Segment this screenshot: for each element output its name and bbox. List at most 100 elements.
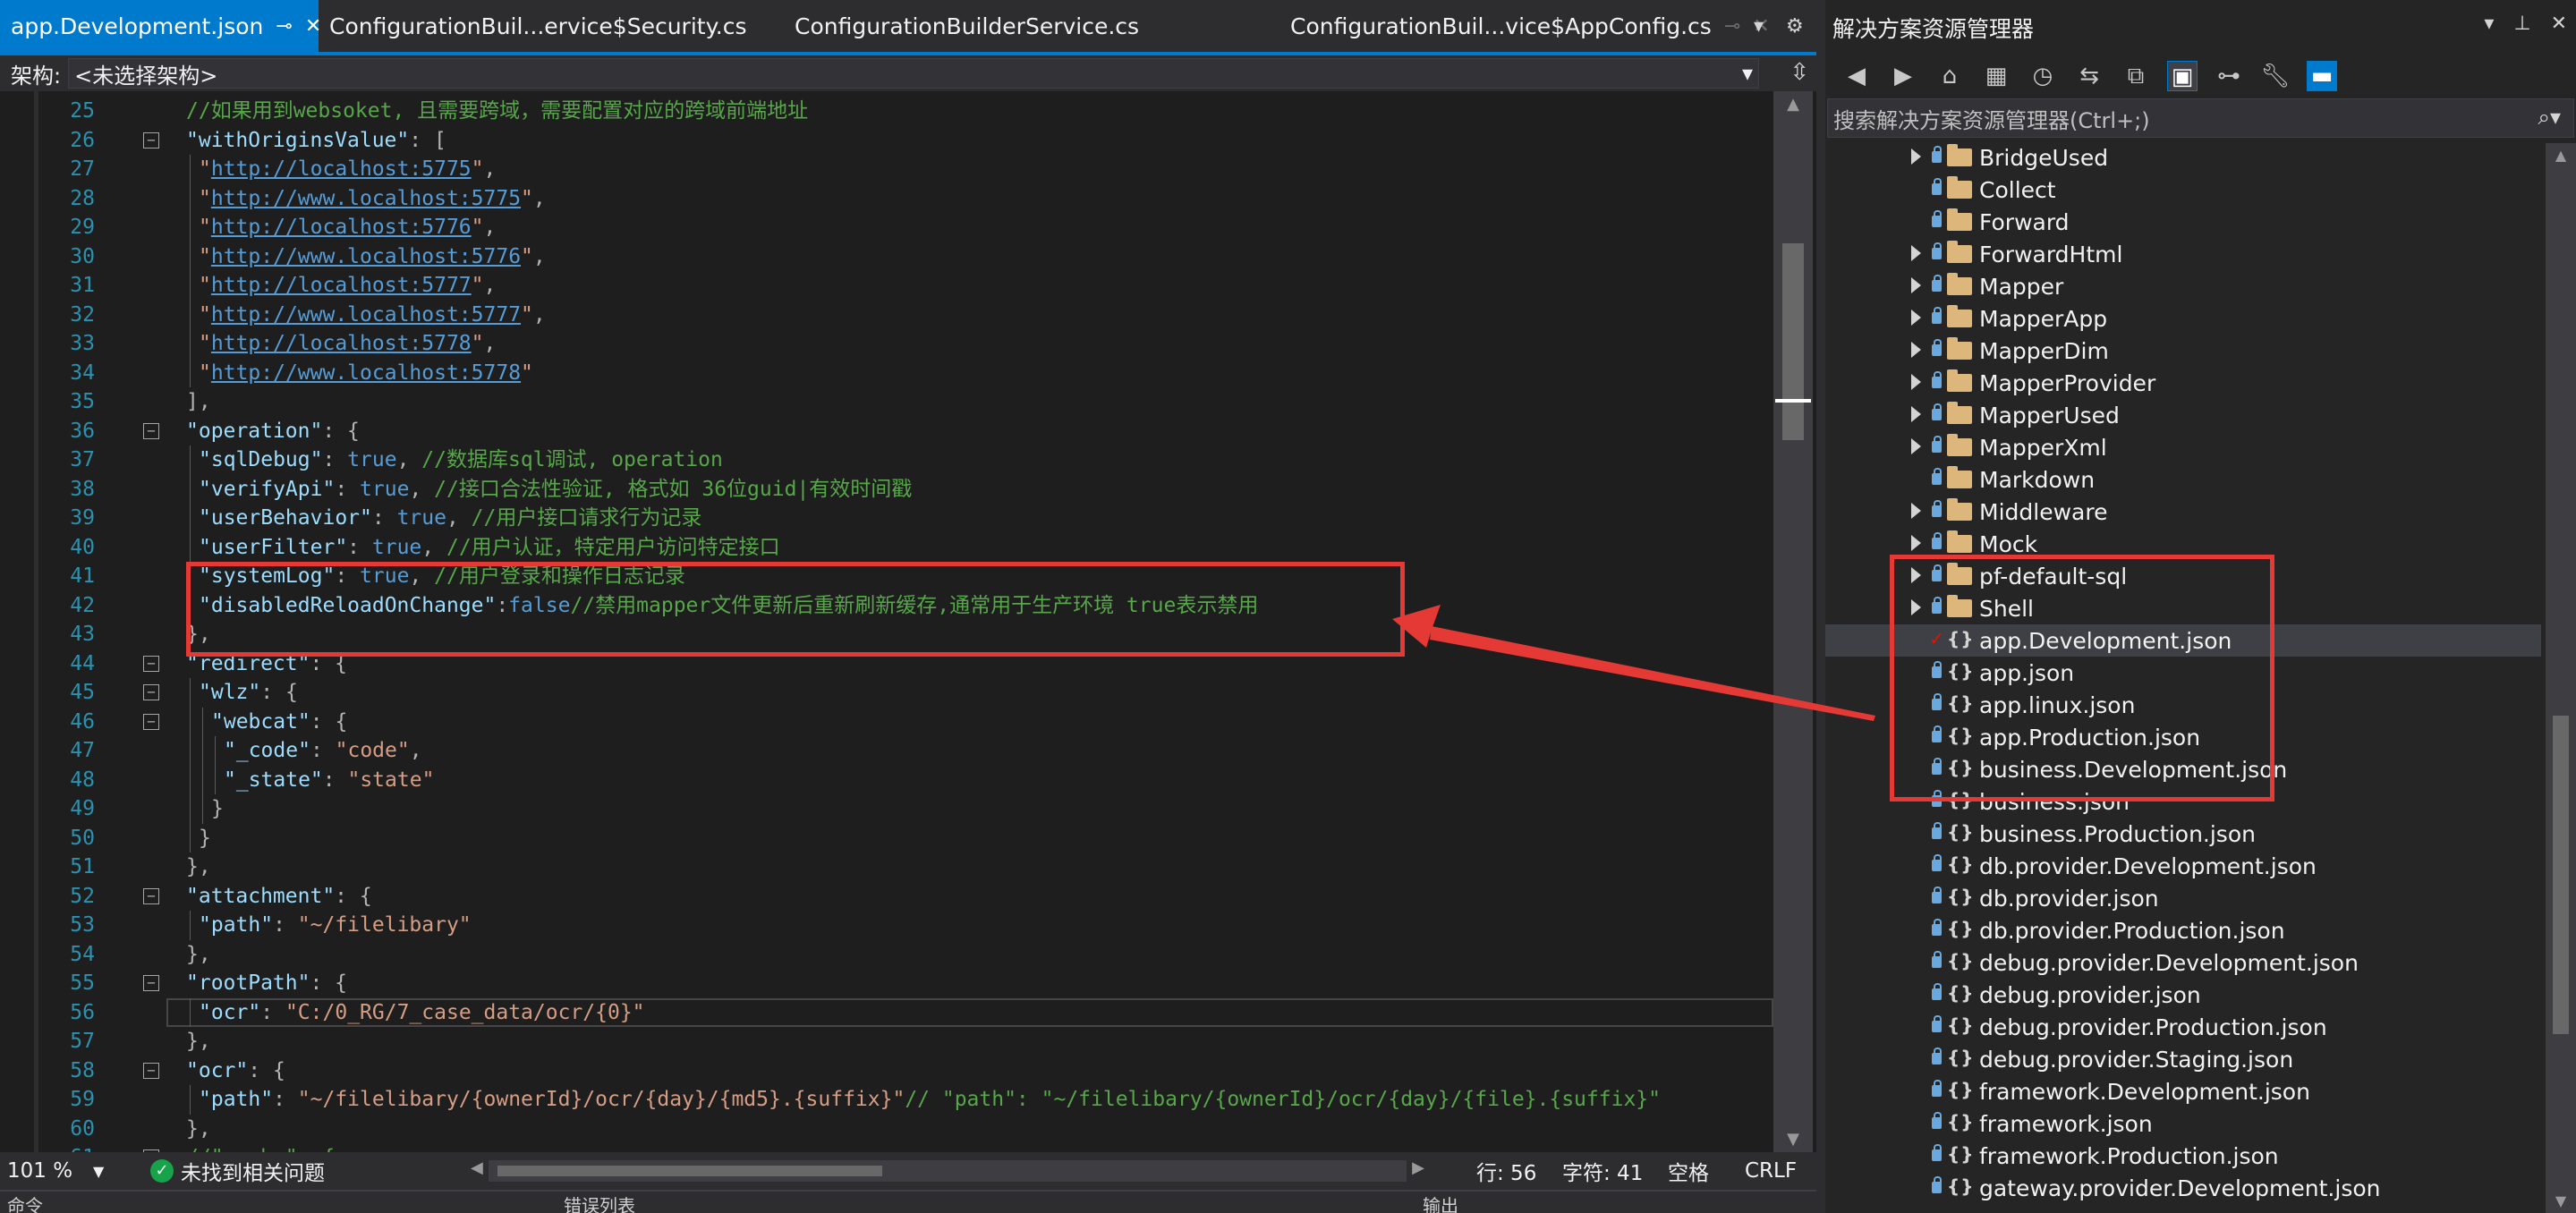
whitespace-indicator[interactable]: 空格	[1668, 1156, 1709, 1186]
code-line[interactable]: 51},	[0, 852, 1773, 882]
code-line[interactable]: 25 //如果用到websoket, 且需要跨域，需要配置对应的跨域前端地址	[0, 97, 1773, 126]
editor-horizontal-scrollbar[interactable]: ◀ ▶	[471, 1158, 1424, 1182]
code-line[interactable]: 37 "sqlDebug": true, //数据库sql调试, operatio…	[0, 445, 1773, 475]
show-all-files-icon[interactable]: ▣	[2167, 61, 2198, 91]
wrench-icon[interactable]: 🔧︎	[2260, 61, 2291, 91]
fold-toggle-icon[interactable]: −	[143, 422, 159, 439]
pin-icon[interactable]: ⊸	[1724, 15, 1740, 38]
tree-file-item[interactable]: db.provider.Production.json	[1825, 914, 2541, 946]
gear-icon[interactable]: ⚙	[1786, 0, 1804, 52]
tree-folder-item[interactable]: BridgeUsed	[1825, 143, 2541, 174]
expand-arrow-icon[interactable]	[1911, 535, 1921, 551]
tree-folder-item[interactable]: MapperXml	[1825, 431, 2541, 463]
panel-splitter[interactable]	[1816, 0, 1825, 1213]
tree-folder-item[interactable]: Collect	[1825, 174, 2541, 206]
forward-icon[interactable]: ▶	[1888, 61, 1918, 91]
expand-arrow-icon[interactable]	[1911, 406, 1921, 422]
code-line[interactable]: 32 "http://www.localhost:5777",	[0, 300, 1773, 329]
pending-changes-icon[interactable]: ◷	[2028, 61, 2058, 91]
code-line[interactable]: 40 "userFilter": true, //用户认证，特定用户访问特定接口	[0, 532, 1773, 562]
fold-toggle-icon[interactable]: −	[143, 975, 159, 991]
back-icon[interactable]: ◀	[1841, 61, 1872, 91]
code-line[interactable]: 31 "http://localhost:5777",	[0, 271, 1773, 301]
code-line[interactable]: 49}	[0, 794, 1773, 824]
issues-indicator[interactable]: ✓ 未找到相关问题	[150, 1156, 325, 1186]
scroll-up-icon[interactable]: ▲	[1773, 95, 1813, 114]
scrollbar-thumb[interactable]	[497, 1166, 882, 1176]
tree-file-item[interactable]: framework.Production.json	[1825, 1140, 2541, 1172]
expand-arrow-icon[interactable]	[1911, 245, 1921, 261]
tree-folder-item[interactable]: MapperProvider	[1825, 367, 2541, 399]
tree-folder-item[interactable]: Mapper	[1825, 270, 2541, 302]
code-token[interactable]: http://localhost:5777	[211, 274, 472, 297]
code-line[interactable]: 33 "http://localhost:5778",	[0, 329, 1773, 359]
bottom-tab-output[interactable]: 输出	[1423, 1192, 1458, 1213]
code-line[interactable]: 50}	[0, 823, 1773, 852]
tab-overflow-dropdown-icon[interactable]: ▾	[1754, 0, 1764, 52]
scrollbar-thumb[interactable]	[1782, 243, 1804, 440]
code-line[interactable]: 26 − "withOriginsValue": [	[0, 126, 1773, 156]
code-line[interactable]: 39 "userBehavior": true, //用户接口请求行为记录	[0, 504, 1773, 533]
code-line[interactable]: 48 "_state": "state"	[0, 765, 1773, 794]
tab-configuration-builder-service[interactable]: ConfigurationBuilderService.cs	[784, 0, 1142, 52]
close-icon[interactable]: ✕	[2551, 13, 2567, 35]
expand-arrow-icon[interactable]	[1911, 438, 1921, 454]
code-line[interactable]: 58 − "ocr": {	[0, 1056, 1773, 1086]
tree-folder-item[interactable]: MapperDim	[1825, 335, 2541, 367]
collapse-all-icon[interactable]: ⧉	[2121, 61, 2151, 91]
home-icon[interactable]: ⌂	[1934, 61, 1965, 91]
code-line[interactable]: 57},	[0, 1027, 1773, 1056]
code-token[interactable]: http://www.localhost:5776	[211, 245, 521, 268]
switch-views-icon[interactable]: ▦	[1981, 61, 2011, 91]
tree-file-item[interactable]: debug.provider.json	[1825, 979, 2541, 1011]
pin-icon[interactable]: ⊸	[276, 15, 292, 38]
expand-arrow-icon[interactable]	[1911, 148, 1921, 165]
code-token[interactable]: http://localhost:5776	[211, 216, 472, 239]
fold-toggle-icon[interactable]: −	[143, 684, 159, 700]
tab-configuration-security[interactable]: ConfigurationBuil...ervice$Security.cs	[319, 0, 747, 52]
tree-vertical-scrollbar[interactable]: ▲ ▼	[2546, 143, 2576, 1213]
scroll-down-icon[interactable]: ▼	[1773, 1130, 1813, 1149]
code-line[interactable]: 38 "verifyApi": true, //接口合法性验证, 格式如 36位g…	[0, 474, 1773, 504]
code-line[interactable]: 52 − "attachment": {	[0, 882, 1773, 912]
chevron-down-icon[interactable]: ▼	[93, 1163, 104, 1180]
scroll-down-icon[interactable]: ▼	[2546, 1192, 2576, 1209]
code-line[interactable]: 61−//"cache": {	[0, 1143, 1773, 1152]
pin-icon[interactable]: ⊥	[2513, 13, 2530, 35]
hierarchy-icon[interactable]: ⊶	[2214, 61, 2244, 91]
scroll-right-icon[interactable]: ▶	[1412, 1158, 1424, 1177]
tree-file-item[interactable]: gateway.provider.Development.json	[1825, 1172, 2541, 1204]
eol-indicator[interactable]: CRLF	[1745, 1159, 1797, 1183]
expand-arrow-icon[interactable]	[1911, 277, 1921, 293]
fold-toggle-icon[interactable]: −	[143, 1062, 159, 1079]
tree-folder-item[interactable]: Forward	[1825, 206, 2541, 238]
code-token[interactable]: http://www.localhost:5777	[211, 303, 521, 327]
code-line[interactable]: 46 − "webcat": {	[0, 707, 1773, 736]
code-line[interactable]: 28 "http://www.localhost:5775",	[0, 183, 1773, 213]
fold-toggle-icon[interactable]: −	[143, 887, 159, 904]
tab-app-development-json[interactable]: app.Development.json ⊸ ✕	[0, 0, 321, 52]
chevron-down-icon[interactable]: ▾	[2484, 13, 2494, 35]
code-token[interactable]: http://localhost:5778	[211, 332, 472, 355]
expand-arrow-icon[interactable]	[1911, 374, 1921, 390]
tree-file-item[interactable]: framework.json	[1825, 1107, 2541, 1140]
editor-vertical-scrollbar[interactable]: ▲ ▼	[1773, 91, 1813, 1152]
tree-folder-item[interactable]: MapperApp	[1825, 302, 2541, 335]
expand-arrow-icon[interactable]	[1911, 503, 1921, 519]
code-line[interactable]: 47 "_code": "code",	[0, 736, 1773, 766]
line-indicator[interactable]: 行: 56	[1476, 1156, 1536, 1186]
fold-toggle-icon[interactable]: −	[143, 131, 159, 148]
bottom-tab-error-list[interactable]: 错误列表	[564, 1192, 635, 1213]
fold-toggle-icon[interactable]: −	[143, 655, 159, 672]
zoom-level[interactable]: 101 %	[7, 1159, 72, 1183]
code-line[interactable]: 34 "http://www.localhost:5778"	[0, 358, 1773, 387]
tree-file-item[interactable]: db.provider.json	[1825, 882, 2541, 914]
tree-folder-item[interactable]: ForwardHtml	[1825, 238, 2541, 270]
preview-selected-icon[interactable]: ▬	[2307, 61, 2337, 91]
code-line[interactable]: 56 "ocr": "C:/0_RG/7_case_data/ocr/{0}"	[0, 997, 1773, 1027]
code-line[interactable]: 59 "path": "~/filelibary/{ownerId}/ocr/{d…	[0, 1085, 1773, 1115]
expand-arrow-icon[interactable]	[1911, 310, 1921, 326]
tree-folder-item[interactable]: Middleware	[1825, 496, 2541, 528]
code-token[interactable]: http://www.localhost:5778	[211, 361, 521, 385]
scrollbar-thumb[interactable]	[2553, 716, 2569, 1034]
